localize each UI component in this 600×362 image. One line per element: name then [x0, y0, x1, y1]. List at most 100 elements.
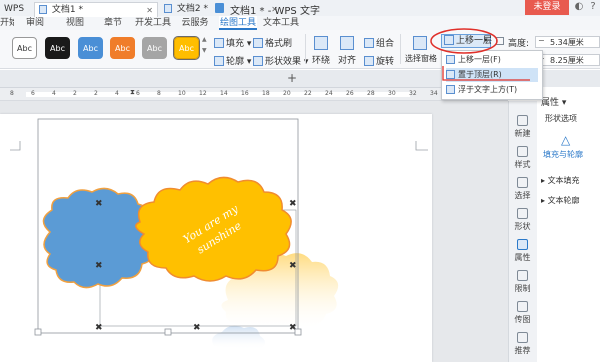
tab-wps-label: WPS	[4, 4, 25, 14]
svg-text:✖: ✖	[289, 261, 297, 271]
gallery-scroll-down-icon[interactable]: ▼	[202, 47, 207, 54]
tab-fill-outline[interactable]: 填充与轮廓	[543, 149, 583, 160]
svg-text:✖: ✖	[95, 323, 103, 333]
format-painter-button[interactable]: 格式刷	[253, 36, 292, 49]
task-pane-button[interactable]: 新建	[508, 115, 537, 139]
group-label: 组合	[376, 39, 395, 49]
rotate-button[interactable]: 旋转	[364, 54, 394, 67]
task-pane-icon	[517, 332, 528, 343]
task-pane-button[interactable]: 属性	[508, 239, 537, 263]
ruler-number: 2	[94, 90, 98, 97]
bring-forward-icon	[444, 35, 454, 45]
shape-style-swatch[interactable]: Abc	[142, 37, 167, 59]
wrap-icon	[314, 36, 328, 50]
wrap-label: 环绕	[311, 56, 330, 66]
properties-panel: 属性 ▾ 形状选项 △ 填充与轮廓 ▸ 文本填充 ▸ 文本轮廓	[537, 87, 600, 362]
login-button[interactable]: 未登录	[525, 0, 569, 15]
ruler-number: 30	[388, 90, 396, 97]
new-tab-icon[interactable]: +	[287, 71, 297, 85]
section-text-outline[interactable]: ▸ 文本轮廓	[541, 195, 580, 206]
document-icon	[164, 4, 172, 13]
shape-style-swatch[interactable]: Abc	[12, 37, 37, 59]
bring-forward-icon	[446, 55, 455, 64]
fill-icon	[214, 38, 224, 48]
document-icon	[39, 5, 47, 14]
task-pane-label: 推荐	[514, 346, 531, 355]
shape-style-swatch[interactable]: Abc	[173, 36, 200, 60]
menu-item-in-front-of-text[interactable]: 浮于文字上方(T)	[446, 83, 538, 97]
group-button[interactable]: 组合	[364, 36, 394, 49]
ruler-number: 12	[199, 90, 207, 97]
menu-item-bring-forward[interactable]: 上移一层(F)	[446, 53, 538, 67]
ruler-number: 2	[73, 90, 77, 97]
help-icon[interactable]: ?	[588, 2, 598, 12]
tab-shape-options[interactable]: 形状选项	[545, 113, 577, 124]
tab-developer[interactable]: 开发工具	[133, 16, 173, 30]
task-pane-icon	[517, 146, 528, 157]
wrap-button[interactable]: 环绕	[310, 36, 332, 66]
tab-chapter[interactable]: 章节	[100, 16, 126, 30]
task-pane-button[interactable]: 形状	[508, 208, 537, 232]
task-pane-button[interactable]: 传图	[508, 301, 537, 325]
tab-wps-home[interactable]: WPS	[0, 2, 32, 17]
task-pane-label: 属性	[514, 253, 531, 262]
ruler-number: 32	[409, 90, 417, 97]
menu-item-bring-to-front[interactable]: 置于顶层(R)	[446, 68, 538, 82]
task-pane-label: 新建	[514, 129, 531, 138]
align-icon	[340, 36, 354, 50]
indent-marker-icon[interactable]: ⧗	[130, 88, 135, 97]
ruler-number: 34	[430, 90, 438, 97]
close-tab-icon[interactable]: ✕	[271, 2, 278, 17]
width-value: 8.25厘米	[550, 56, 584, 65]
task-pane-label: 限制	[514, 284, 531, 293]
tab-document-1[interactable]: 文档1 * ✕	[34, 2, 158, 17]
rotate-icon	[364, 56, 374, 66]
tab-document-2[interactable]: 文档2 * ✕	[160, 2, 282, 17]
ribbon-separator	[400, 34, 401, 64]
skin-icon[interactable]: ◐	[574, 2, 584, 12]
tab-drawing-tools[interactable]: 绘图工具	[219, 16, 257, 30]
section-text-fill[interactable]: ▸ 文本填充	[541, 175, 580, 186]
selection-pane-button[interactable]: 选择窗格	[405, 36, 437, 64]
format-painter-icon	[253, 38, 263, 48]
shape-style-swatch[interactable]: Abc	[110, 37, 135, 59]
task-pane-icon	[517, 115, 528, 126]
tab-view[interactable]: 视图	[62, 16, 88, 30]
shape-style-swatch[interactable]: Abc	[78, 37, 103, 59]
gallery-scroll-up-icon[interactable]: ▲	[202, 36, 207, 43]
task-pane-button[interactable]: 限制	[508, 270, 537, 294]
tab-cloud[interactable]: 云服务	[178, 16, 212, 30]
svg-text:✖: ✖	[289, 199, 297, 209]
ribbon-separator	[305, 34, 306, 64]
height-field[interactable]: 5.34厘米	[535, 36, 600, 48]
selection-pane-label: 选择窗格	[405, 54, 437, 63]
width-field[interactable]: 8.25厘米	[535, 54, 600, 66]
ruler-number: 4	[115, 90, 119, 97]
ruler-number: 8	[157, 90, 161, 97]
task-pane-label: 传图	[514, 315, 531, 324]
shape-effect-button[interactable]: 形状效果 ▾	[253, 54, 308, 67]
properties-title[interactable]: 属性 ▾	[541, 95, 566, 108]
task-pane-button[interactable]: 样式	[508, 146, 537, 170]
rotate-label: 旋转	[376, 57, 395, 67]
outline-button[interactable]: 轮廓 ▾	[214, 54, 251, 67]
bring-forward-dropdown-icon[interactable]: ▾	[484, 36, 488, 44]
height-decrement-icon[interactable]: −	[538, 36, 545, 45]
close-tab-icon[interactable]: ✕	[146, 3, 153, 18]
task-pane-label: 形状	[514, 222, 531, 231]
task-pane-label: 样式	[514, 160, 531, 169]
ruler-number: 24	[325, 90, 333, 97]
ruler-number: 8	[10, 90, 14, 97]
shape-style-swatch[interactable]: Abc	[45, 37, 70, 59]
align-button[interactable]: 对齐	[336, 36, 358, 66]
task-pane-icon	[517, 208, 528, 219]
bring-to-front-icon	[446, 70, 455, 79]
task-pane-button[interactable]: 选择	[508, 177, 537, 201]
tab-home[interactable]: 开始	[0, 16, 14, 30]
page-corner-marks	[10, 141, 428, 151]
bring-forward-menu: 上移一层(F) 置于顶层(R) 浮于文字上方(T)	[441, 50, 543, 100]
fill-button[interactable]: 填充 ▾	[214, 36, 251, 49]
tab-review[interactable]: 审阅	[22, 16, 48, 30]
task-pane-button[interactable]: 推荐	[508, 332, 537, 356]
tab-text-tools[interactable]: 文本工具	[262, 16, 300, 30]
